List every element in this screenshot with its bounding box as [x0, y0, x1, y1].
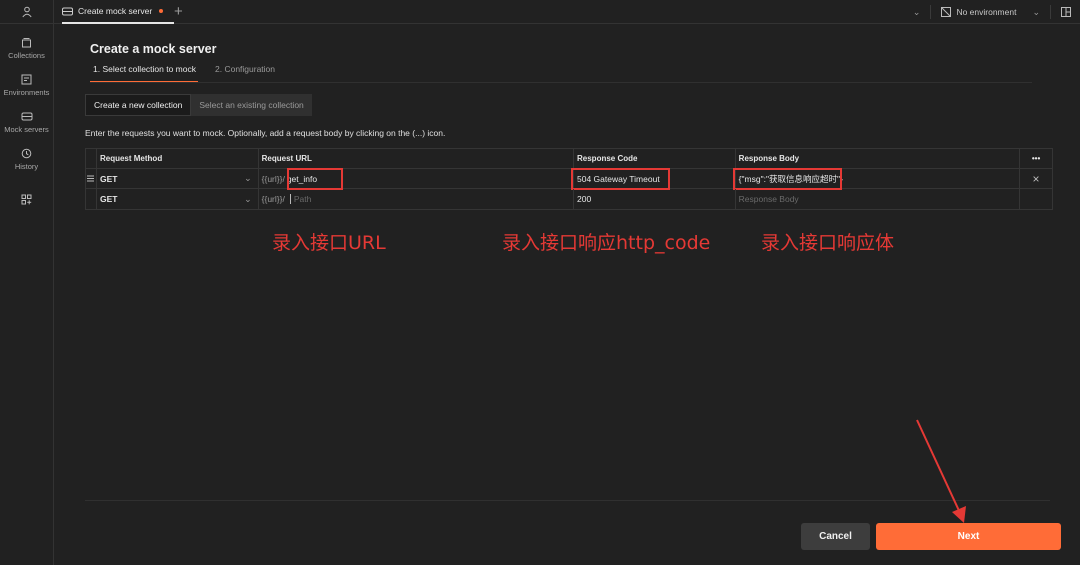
collection-source-toggle: Create a new collection Select an existi… — [85, 94, 312, 116]
page-title: Create a mock server — [90, 42, 217, 56]
empty-cell — [1020, 189, 1052, 209]
sidebar-item-history[interactable]: History — [0, 145, 53, 173]
table-row: GET ⌄ {{url}}/ get_info 504 Gateway Time… — [86, 168, 1052, 190]
unsaved-dot-icon — [159, 9, 164, 13]
highlight-box — [732, 168, 842, 190]
column-header-body: Response Body — [736, 149, 1021, 168]
tab-bar: Create mock server + ⌄ No environment ⌄ — [54, 0, 1080, 24]
annotation-url: 录入接口URL — [272, 232, 386, 254]
divider — [85, 500, 1050, 501]
method-select[interactable]: GET ⌄ — [97, 169, 259, 188]
tabs-dropdown-chevron-icon[interactable]: ⌄ — [913, 7, 921, 18]
divider — [930, 5, 932, 19]
column-header-url: Request URL — [259, 149, 574, 168]
sidebar-item-label: Environments — [3, 87, 50, 97]
sidebar-item-mock-servers[interactable]: Mock servers — [0, 108, 53, 136]
annotation-body: 录入接口响应体 — [761, 232, 895, 254]
column-header-code: Response Code — [574, 149, 736, 168]
sidebar-item-configure[interactable] — [0, 185, 53, 213]
highlight-box — [286, 168, 343, 190]
method-select[interactable]: GET ⌄ — [97, 189, 259, 209]
chevron-down-icon: ⌄ — [244, 173, 252, 183]
mock-server-tab-icon — [62, 7, 73, 15]
annotation-arrow — [916, 419, 966, 523]
table-row: GET ⌄ {{url}}/ Path 200 Response Body — [86, 189, 1052, 209]
table-header-row: Request Method Request URL Response Code… — [86, 149, 1052, 169]
response-code-field[interactable]: 504 Gateway Timeout — [571, 168, 736, 190]
no-environment-icon — [941, 7, 952, 17]
response-code-value: 200 — [577, 194, 592, 204]
sidebar-item-collections[interactable]: Collections — [0, 34, 53, 62]
grid-add-icon — [21, 194, 32, 204]
sidebar-item-environments[interactable]: Environments — [0, 71, 53, 99]
column-header-method: Request Method — [97, 149, 259, 168]
user-icon — [21, 6, 32, 17]
next-button[interactable]: Next — [876, 523, 1061, 550]
environment-chevron-icon[interactable]: ⌄ — [1032, 7, 1040, 18]
delete-row-close-icon[interactable]: × — [1020, 169, 1052, 188]
url-prefix: {{url}}/ — [261, 173, 285, 184]
chevron-down-icon: ⌄ — [244, 193, 252, 204]
left-sidebar: Collections Environments Mock servers Hi… — [0, 0, 54, 565]
environments-icon — [21, 74, 32, 84]
method-value: GET — [99, 194, 118, 204]
sidebar-item-label: History — [14, 161, 39, 171]
option-new-collection[interactable]: Create a new collection — [85, 94, 192, 116]
annotation-code: 录入接口响应http_code — [502, 232, 711, 254]
method-value: GET — [99, 173, 118, 184]
cancel-button[interactable]: Cancel — [801, 523, 870, 550]
stepper: 1. Select collection to mock 2. Configur… — [90, 64, 275, 82]
highlight-box — [571, 168, 670, 190]
step-select-collection[interactable]: 1. Select collection to mock — [90, 64, 198, 82]
sidebar-item-label: Mock servers — [4, 124, 49, 134]
response-body-field[interactable]: {"msg":"获取信息响应超时"} — [732, 168, 1021, 190]
divider — [1050, 5, 1051, 19]
handle-column-header — [86, 149, 97, 168]
option-existing-collection[interactable]: Select an existing collection — [191, 94, 312, 116]
url-placeholder: Path — [289, 194, 311, 204]
history-icon — [21, 148, 32, 158]
requests-table: Request Method Request URL Response Code… — [85, 148, 1053, 210]
tab-title: Create mock server — [78, 6, 153, 16]
new-tab-plus-icon[interactable]: + — [174, 3, 183, 21]
step-configuration[interactable]: 2. Configuration — [215, 64, 275, 82]
sidebar-item-label: Collections — [8, 50, 45, 60]
instructions-text: Enter the requests you want to mock. Opt… — [85, 128, 446, 138]
url-field[interactable]: {{url}}/ Path — [259, 189, 574, 209]
response-code-field[interactable]: 200 — [574, 189, 736, 209]
url-field[interactable]: {{url}}/ get_info — [259, 168, 574, 190]
environment-quick-look-icon[interactable] — [1061, 7, 1071, 17]
mock-servers-icon — [21, 112, 32, 120]
response-body-placeholder: Response Body — [738, 194, 799, 204]
drag-handle-icon[interactable] — [86, 169, 97, 188]
tab-create-mock-server[interactable]: Create mock server — [62, 0, 174, 24]
more-actions-icon[interactable]: ••• — [1020, 149, 1052, 168]
environment-selector[interactable]: No environment — [956, 7, 1016, 17]
account-button[interactable] — [0, 0, 53, 24]
response-body-field[interactable]: Response Body — [736, 189, 1021, 209]
divider — [90, 82, 1032, 83]
empty-cell — [86, 189, 97, 209]
collections-icon — [22, 37, 31, 47]
url-prefix: {{url}}/ — [261, 194, 285, 204]
